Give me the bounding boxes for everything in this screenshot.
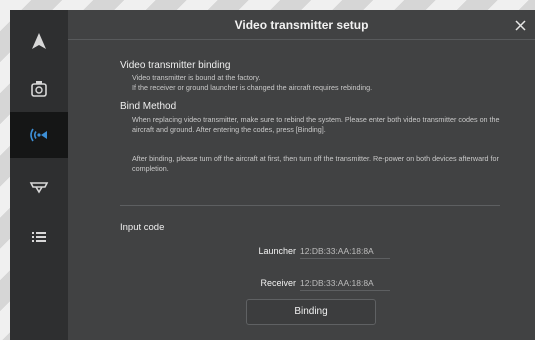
- launcher-label: Launcher: [258, 246, 296, 256]
- content-panel: Video transmitter binding Video transmit…: [68, 40, 535, 340]
- setup-window: Video transmitter setup Video transmitte…: [10, 10, 535, 340]
- binding-line-2: If the receiver or ground launcher is ch…: [132, 83, 373, 92]
- bind-method-paragraph-2: After binding, please turn off the aircr…: [132, 154, 499, 173]
- input-code-title: Input code: [120, 222, 165, 233]
- window-title: Video transmitter setup: [234, 18, 369, 32]
- receiver-code-input[interactable]: 12:DB:33:AA:18:8A: [300, 278, 390, 291]
- binding-section-title: Video transmitter binding: [120, 60, 231, 71]
- sidebar-item-aircraft[interactable]: [10, 18, 68, 64]
- video-transmitter-signal-icon: [30, 128, 47, 142]
- binding-button[interactable]: Binding: [246, 299, 376, 325]
- close-button[interactable]: [509, 14, 531, 36]
- section-divider: [120, 205, 500, 206]
- aircraft-arrow-icon: [32, 33, 46, 49]
- gimbal-camera-icon: [31, 81, 47, 97]
- sidebar-item-remote-controller[interactable]: [10, 164, 68, 210]
- receiver-label: Receiver: [260, 278, 296, 288]
- close-icon: [514, 19, 526, 31]
- launcher-code-input[interactable]: 12:DB:33:AA:18:8A: [300, 246, 390, 259]
- bind-method-paragraph-1: When replacing video transmitter, make s…: [132, 115, 500, 134]
- title-bar: Video transmitter setup: [68, 10, 535, 40]
- sidebar: [10, 10, 68, 340]
- binding-line-1: Video transmitter is bound at the factor…: [132, 73, 261, 82]
- bind-method-title: Bind Method: [120, 101, 177, 112]
- remote-controller-icon: [29, 182, 49, 194]
- sidebar-item-menu[interactable]: [10, 214, 68, 260]
- menu-list-icon: [32, 232, 46, 242]
- sidebar-item-gimbal[interactable]: [10, 66, 68, 112]
- sidebar-item-video-transmitter[interactable]: [10, 112, 68, 158]
